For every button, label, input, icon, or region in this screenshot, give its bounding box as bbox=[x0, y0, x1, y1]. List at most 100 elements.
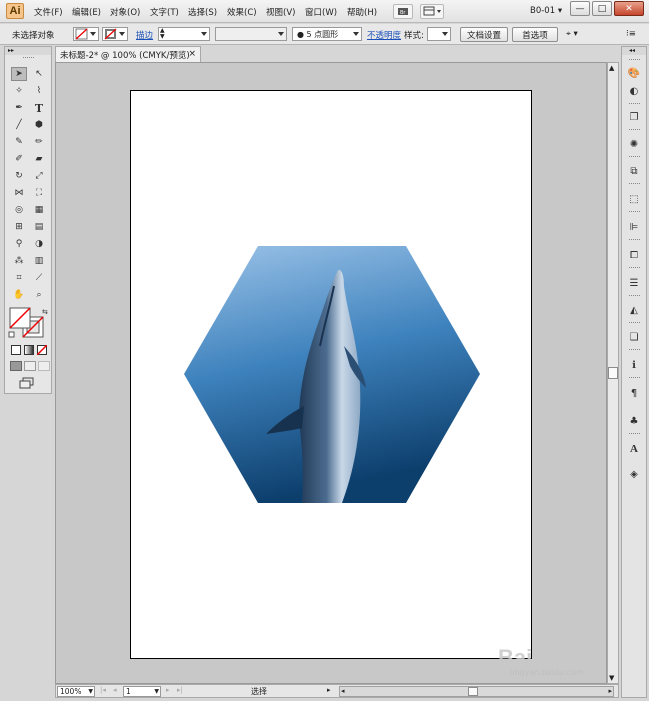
draw-inside-icon[interactable] bbox=[38, 361, 50, 371]
hexagon-clipped-image[interactable] bbox=[184, 246, 480, 503]
pen-tool-icon[interactable]: ✒ bbox=[11, 101, 27, 115]
stroke-panel-icon[interactable]: ☰ bbox=[627, 276, 641, 290]
menu-object[interactable]: 对象(O) bbox=[110, 6, 140, 18]
scroll-left-icon[interactable]: ◂ bbox=[341, 687, 345, 695]
swatches-panel-icon[interactable]: ❐ bbox=[627, 110, 641, 124]
close-button[interactable]: ✕ bbox=[614, 1, 644, 16]
dock-grip[interactable] bbox=[629, 103, 640, 105]
status-menu-icon[interactable]: ▸ bbox=[327, 686, 331, 694]
menu-file[interactable]: 文件(F) bbox=[34, 6, 63, 18]
workspace-switcher[interactable]: B0-01 ▾ bbox=[530, 6, 562, 16]
toolbox-grip[interactable] bbox=[23, 57, 34, 59]
dock-header[interactable]: ◂◂ bbox=[622, 47, 646, 55]
shape-builder-tool-icon[interactable]: ◎ bbox=[11, 203, 27, 217]
symbols-panel-icon[interactable]: ✺ bbox=[627, 137, 641, 151]
lasso-tool-icon[interactable]: ⌇ bbox=[31, 84, 47, 98]
panel-menu-icon[interactable]: ⁝≡ bbox=[626, 29, 636, 39]
scale-tool-icon[interactable]: ⤢ bbox=[31, 169, 47, 183]
paragraph-panel-icon[interactable]: ¶ bbox=[627, 386, 641, 400]
dock-grip[interactable] bbox=[629, 322, 640, 324]
scroll-right-icon[interactable]: ▸ bbox=[608, 687, 612, 695]
menu-type[interactable]: 文字(T) bbox=[150, 6, 179, 18]
horizontal-scrollbar[interactable]: ◂ ▸ bbox=[339, 686, 614, 697]
vertical-scrollbar[interactable]: ▲ ▼ bbox=[607, 62, 619, 684]
mesh-tool-icon[interactable]: ⊞ bbox=[11, 220, 27, 234]
dock-grip[interactable] bbox=[629, 183, 640, 185]
arrange-options-icon[interactable]: ⌖ ▾ bbox=[566, 29, 578, 39]
restore-button[interactable]: □ bbox=[592, 1, 612, 16]
artboard-tool-icon[interactable]: ⌗ bbox=[11, 271, 27, 285]
width-tool-icon[interactable]: ⋈ bbox=[11, 186, 27, 200]
canvas-area[interactable] bbox=[55, 62, 607, 684]
dock-grip[interactable] bbox=[629, 295, 640, 297]
dock-grip[interactable] bbox=[629, 156, 640, 158]
color-panel-icon[interactable]: 🎨 bbox=[627, 66, 641, 80]
menu-select[interactable]: 选择(S) bbox=[188, 6, 217, 18]
variable-width-dropdown[interactable] bbox=[215, 27, 287, 41]
none-mode-icon[interactable] bbox=[37, 345, 47, 355]
document-info-panel-icon[interactable]: ℹ bbox=[627, 358, 641, 372]
color-guide-panel-icon[interactable]: ◐ bbox=[627, 84, 641, 98]
fill-stroke-widget[interactable]: ⇆ bbox=[8, 306, 48, 340]
selection-tool-icon[interactable]: ➤ bbox=[11, 67, 27, 81]
gradient-mode-icon[interactable] bbox=[24, 345, 34, 355]
stroke-panel-link[interactable]: 描边 bbox=[136, 29, 153, 41]
zoom-dropdown[interactable]: 100% ▼ bbox=[57, 686, 95, 697]
free-transform-tool-icon[interactable]: ⛶ bbox=[31, 186, 47, 200]
screen-mode-icon[interactable] bbox=[19, 377, 35, 389]
line-tool-icon[interactable]: ╱ bbox=[11, 118, 27, 132]
arrange-docs-button[interactable] bbox=[420, 4, 444, 19]
toolbox-header[interactable]: ▸▸ bbox=[5, 47, 51, 55]
pathfinder-panel-icon[interactable]: ⧠ bbox=[627, 248, 641, 262]
dock-grip[interactable] bbox=[629, 377, 640, 379]
magic-wand-tool-icon[interactable]: ✧ bbox=[11, 84, 27, 98]
draw-normal-icon[interactable] bbox=[10, 361, 22, 371]
bridge-button[interactable]: Br bbox=[393, 4, 413, 19]
draw-behind-icon[interactable] bbox=[24, 361, 36, 371]
menu-window[interactable]: 窗口(W) bbox=[305, 6, 337, 18]
dock-grip[interactable] bbox=[629, 239, 640, 241]
polygon-tool-icon[interactable]: ⬢ bbox=[31, 118, 47, 132]
zoom-tool-icon[interactable]: ⌕ bbox=[31, 288, 47, 302]
dock-grip[interactable] bbox=[629, 211, 640, 213]
layers-panel-icon[interactable]: ◈ bbox=[627, 467, 641, 481]
close-tab-icon[interactable]: × bbox=[188, 49, 196, 59]
preferences-button[interactable]: 首选项 bbox=[512, 27, 558, 42]
stroke-weight-field[interactable]: ▲ ▼ bbox=[158, 27, 210, 41]
scroll-down-icon[interactable]: ▼ bbox=[609, 674, 614, 682]
paintbrush-tool-icon[interactable]: ✎ bbox=[11, 135, 27, 149]
dock-grip[interactable] bbox=[629, 433, 640, 435]
hand-tool-icon[interactable]: ✋ bbox=[11, 288, 27, 302]
first-artboard-icon[interactable]: |◂ bbox=[100, 686, 106, 694]
document-tab[interactable]: 未标题-2* @ 100% (CMYK/预览) × bbox=[55, 46, 201, 62]
align-panel-icon[interactable]: ⊫ bbox=[627, 220, 641, 234]
gradient-panel-icon[interactable]: ◭ bbox=[627, 303, 641, 317]
perspective-grid-tool-icon[interactable]: ▦ bbox=[31, 203, 47, 217]
type-tool-icon[interactable]: T bbox=[31, 101, 47, 115]
symbol-sprayer-tool-icon[interactable]: ⁂ bbox=[11, 254, 27, 268]
prev-artboard-icon[interactable]: ◂ bbox=[113, 686, 117, 694]
last-artboard-icon[interactable]: ▸| bbox=[177, 686, 183, 694]
scroll-up-icon[interactable]: ▲ bbox=[609, 64, 614, 72]
blob-brush-tool-icon[interactable]: ✐ bbox=[11, 152, 27, 166]
transparency-panel-icon[interactable]: ❏ bbox=[627, 330, 641, 344]
document-setup-button[interactable]: 文档设置 bbox=[460, 27, 508, 42]
menu-view[interactable]: 视图(V) bbox=[266, 6, 295, 18]
brush-definition-dropdown[interactable]: ● 5 点圆形 bbox=[292, 27, 362, 41]
artboard-number-dropdown[interactable]: 1 ▼ bbox=[123, 686, 161, 697]
blend-tool-icon[interactable]: ◑ bbox=[31, 237, 47, 251]
dock-grip[interactable] bbox=[629, 349, 640, 351]
slice-tool-icon[interactable]: ⟋ bbox=[31, 271, 47, 285]
opacity-panel-link[interactable]: 不透明度 bbox=[367, 29, 401, 41]
color-mode-icon[interactable] bbox=[11, 345, 21, 355]
artboard[interactable] bbox=[130, 90, 532, 659]
eraser-tool-icon[interactable]: ▰ bbox=[31, 152, 47, 166]
graph-tool-icon[interactable]: ▥ bbox=[31, 254, 47, 268]
appearance-panel-icon[interactable]: ⧉ bbox=[627, 164, 641, 178]
next-artboard-icon[interactable]: ▸ bbox=[166, 686, 170, 694]
dock-grip[interactable] bbox=[629, 267, 640, 269]
stroke-color-dropdown[interactable] bbox=[102, 27, 128, 41]
dock-grip[interactable] bbox=[629, 129, 640, 131]
direct-selection-tool-icon[interactable]: ↖ bbox=[31, 67, 47, 81]
stepper-icon[interactable]: ▲ ▼ bbox=[160, 28, 165, 40]
